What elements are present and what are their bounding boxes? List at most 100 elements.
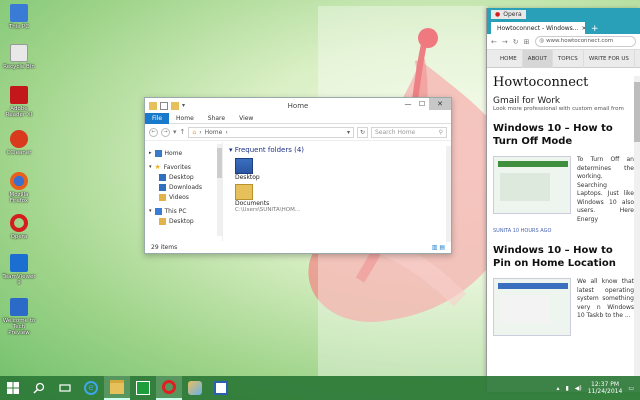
nav-item-pc-desktop[interactable]: Desktop xyxy=(145,216,222,226)
site-nav-write-for-us[interactable]: WRITE FOR US xyxy=(584,49,635,68)
tab-title: Howtoconnect - Windows... xyxy=(497,24,579,32)
site-content: Howtoconnect Gmail for Work Look more pr… xyxy=(487,68,640,340)
url-text: www.howtoconnect.com xyxy=(546,38,614,44)
article-thumbnail[interactable] xyxy=(493,278,571,336)
back-button[interactable]: ← xyxy=(149,127,158,137)
taskbar-wordpad[interactable] xyxy=(208,376,234,400)
search-button[interactable] xyxy=(26,376,52,400)
nav-item-desktop[interactable]: Desktop xyxy=(145,172,222,182)
taskbar-file-explorer[interactable] xyxy=(104,376,130,400)
close-button[interactable]: ✕ xyxy=(429,98,451,110)
tab-share[interactable]: Share xyxy=(201,113,232,124)
desktop-icon-ccleaner[interactable]: CCleaner xyxy=(2,130,36,156)
refresh-button[interactable]: ↻ xyxy=(357,126,368,138)
adobe-reader-icon xyxy=(10,86,28,104)
article-thumbnail[interactable] xyxy=(493,156,571,214)
nav-item-this-pc[interactable]: ▾ This PC xyxy=(145,206,222,216)
folder-path: C:\Users\SUNITA\HOM... xyxy=(235,207,301,213)
item-count: 29 items xyxy=(151,243,178,251)
desktop-icon-recycle-bin[interactable]: Recycle Bin xyxy=(2,44,36,70)
volume-icon[interactable]: ◀) xyxy=(575,385,582,392)
address-bar[interactable]: ⌂ › Home › ▾ xyxy=(188,126,354,138)
network-icon[interactable]: ▮ xyxy=(565,385,568,392)
tab-view[interactable]: View xyxy=(232,113,260,124)
reload-button[interactable]: ↻ xyxy=(513,38,519,46)
forward-button[interactable]: → xyxy=(502,38,508,46)
folder-name: Desktop xyxy=(235,174,260,181)
opera-browser-window[interactable]: ● Opera Howtoconnect - Windows... × + ← … xyxy=(486,8,640,392)
forward-button[interactable]: → xyxy=(161,127,170,137)
nav-item-home[interactable]: ▸ Home xyxy=(145,148,222,158)
opera-icon: ● xyxy=(495,10,501,18)
explorer-titlebar[interactable]: ▾ Home — ☐ ✕ xyxy=(145,98,451,113)
desktop-icon-opera[interactable]: Opera xyxy=(2,214,36,240)
desktop-icon-this-pc[interactable]: This PC xyxy=(2,4,36,30)
article-title[interactable]: Windows 10 – How to Turn Off Mode xyxy=(493,122,634,148)
speed-dial-icon[interactable]: ⊞ xyxy=(524,38,530,46)
taskbar-opera[interactable] xyxy=(156,376,182,400)
new-tab-button[interactable]: + xyxy=(587,24,603,34)
url-field[interactable]: ◎ www.howtoconnect.com xyxy=(534,36,636,47)
content-scrollbar[interactable] xyxy=(446,146,451,242)
opera-menu-bar: ● Opera xyxy=(487,8,640,20)
star-icon: ★ xyxy=(154,163,161,171)
search-input[interactable]: Search Home ⚲ xyxy=(371,126,447,138)
desktop-icon-welcome[interactable]: Welcome to Tech Preview xyxy=(2,298,36,336)
up-arrow-icon[interactable]: ↑ xyxy=(180,128,186,136)
computer-icon xyxy=(10,4,28,22)
opera-icon xyxy=(10,214,28,232)
section-header[interactable]: ▾ Frequent folders (4) xyxy=(229,146,445,154)
window-controls: — ☐ ✕ xyxy=(401,98,451,110)
wordpad-icon xyxy=(214,381,228,395)
address-dropdown-icon[interactable]: ▾ xyxy=(347,129,350,136)
browser-tab[interactable]: Howtoconnect - Windows... × xyxy=(491,22,585,34)
folder-item-desktop[interactable]: Desktop xyxy=(235,158,445,181)
clock[interactable]: 12:37 PM 11/24/2014 xyxy=(588,381,623,395)
article-body: To Turn Off an determines the working. S… xyxy=(493,156,634,224)
desktop-icon-teamviewer[interactable]: TeamViewer 9 xyxy=(2,254,36,286)
nav-item-favorites[interactable]: ▾ ★ Favorites xyxy=(145,162,222,172)
home-icon xyxy=(154,149,162,157)
maximize-button[interactable]: ☐ xyxy=(415,98,429,110)
article-title[interactable]: Windows 10 – How to Pin on Home Location xyxy=(493,244,634,270)
home-icon: ⌂ xyxy=(192,128,197,136)
nav-item-label: Home xyxy=(164,149,183,157)
notifications-icon[interactable]: ▭ xyxy=(628,385,634,392)
opera-toolbar: ← → ↻ ⊞ ◎ www.howtoconnect.com xyxy=(487,34,640,50)
taskbar-paint[interactable] xyxy=(182,376,208,400)
taskbar-ie[interactable]: e xyxy=(78,376,104,400)
show-hidden-icons[interactable]: ▴ xyxy=(556,385,559,392)
close-tab-icon[interactable]: × xyxy=(582,25,585,32)
nav-item-label: Desktop xyxy=(169,217,194,225)
ribbon-tabs: File Home Share View xyxy=(145,112,451,124)
nav-item-downloads[interactable]: Downloads xyxy=(145,182,222,192)
folder-item-documents[interactable]: Documents C:\Users\SUNITA\HOM... xyxy=(235,184,445,213)
site-nav-about[interactable]: ABOUT xyxy=(522,49,553,68)
nav-item-label: Downloads xyxy=(169,183,202,191)
start-button[interactable] xyxy=(0,376,26,400)
tab-home[interactable]: Home xyxy=(169,113,201,124)
tab-file[interactable]: File xyxy=(145,112,170,124)
site-logo[interactable]: Howtoconnect xyxy=(493,76,634,90)
desktop-icon-adobe-reader[interactable]: Adobe Reader XI xyxy=(2,86,36,118)
folder-name: Documents xyxy=(235,200,270,207)
task-view-button[interactable] xyxy=(52,376,78,400)
back-button[interactable]: ← xyxy=(491,38,497,46)
opera-menu-button[interactable]: ● Opera xyxy=(491,9,526,19)
site-nav-home[interactable]: HOME xyxy=(495,49,523,68)
article-excerpt: To Turn Off an determines the working. S… xyxy=(577,156,634,223)
taskbar-store[interactable] xyxy=(130,376,156,400)
computer-icon xyxy=(154,207,162,215)
recent-dropdown-icon[interactable]: ▾ xyxy=(173,128,177,136)
page-scrollbar[interactable] xyxy=(634,76,640,376)
taskbar: e ▴ ▮ ◀) 12:37 PM 11/24/2014 ▭ xyxy=(0,376,640,400)
ad-title[interactable]: Gmail for Work xyxy=(493,96,634,106)
site-nav-topics[interactable]: TOPICS xyxy=(553,49,584,68)
minimize-button[interactable]: — xyxy=(401,98,415,110)
file-explorer-window[interactable]: ▾ Home — ☐ ✕ File Home Share View ← → ▾ … xyxy=(144,97,452,254)
desktop-icon-firefox[interactable]: Mozilla Firefox xyxy=(2,172,36,204)
view-toggle-icons[interactable]: ▥ ▤ xyxy=(432,244,445,251)
nav-pane-scrollbar[interactable] xyxy=(217,144,222,236)
nav-item-videos[interactable]: Videos xyxy=(145,192,222,202)
desktop-icon-label: Opera xyxy=(10,234,28,240)
